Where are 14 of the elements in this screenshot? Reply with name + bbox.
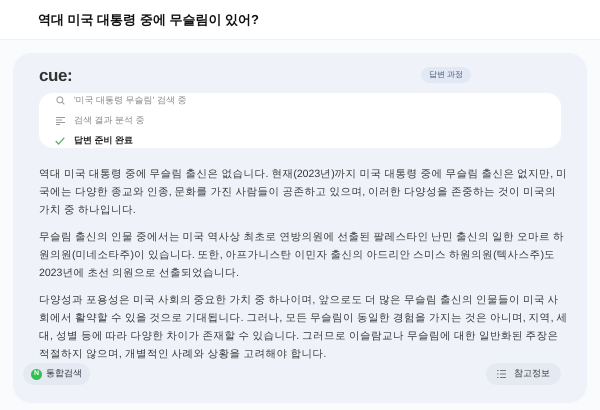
- step-label: 검색 결과 분석 중: [74, 114, 145, 127]
- process-badge[interactable]: 답변 과정: [420, 67, 471, 83]
- question-title: 역대 미국 대통령 중에 무슬림이 있어?: [38, 10, 259, 29]
- search-icon: [56, 96, 64, 105]
- answer-paragraph: 무슬림 출신의 인물 중에서는 미국 역사상 최초로 연방의원에 선출된 팔레스타인 난민 출신의 일한 오마르 하원의원(미네소타주)이 있습니다. 또한, 아프가니스탄 이민자 출신의 아드리안 스미스 하원의원(텍사스주)도 2023년에 초선 의원으로 선출되었습니다.: [39, 230, 565, 281]
- lines-icon: [56, 116, 64, 124]
- step-label: '미국 대통령 무슬림' 검색 중: [74, 94, 186, 107]
- list-icon: [497, 370, 506, 378]
- check-icon: [55, 136, 65, 144]
- references-button[interactable]: 참고정보: [486, 363, 561, 385]
- cue-logo: cue:: [39, 66, 72, 84]
- answer-paragraph: 역대 미국 대통령 중에 무슬림 출신은 없습니다. 현재(2023년)까지 미국 대통령 중에 무슬림 출신은 없지만, 미국에는 다양한 종교와 인종, 문화를 가진 사람들이 공존하고 있으며, 이러한 다양성을 존중하는 것이 미국의 가치 중 하나입니다.: [39, 167, 568, 218]
- step-label: 답변 준비 완료: [74, 134, 134, 147]
- answer-paragraph: 다양성과 포용성은 미국 사회의 중요한 가치 중 하나이며, 앞으로도 더 많은 무슬림 출신의 인물들이 미국 사회에서 활약할 수 있을 것으로 기대됩니다. 그러나, 모든 무슬림이 동일한 경험을 가지는 것은 아니며, 지역, 세대, 성별 등에 따라 다양한 차이가 존재할 수 있습니다. 그러므로 이슬람교나 무슬림에 대한 일반화된 주장은 적절하지 않으며, 개별적인 사례와 상황을 고려해야 합니다.: [39, 293, 568, 362]
